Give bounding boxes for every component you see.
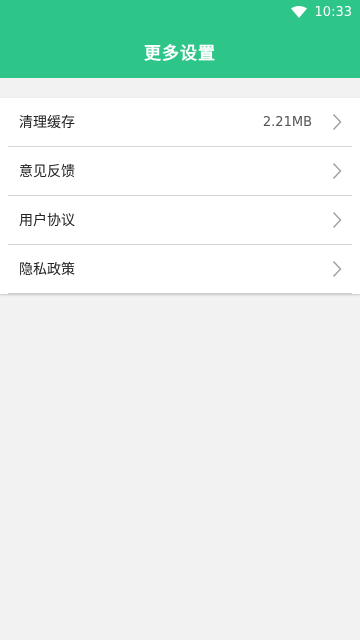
cache-size-value: 2.21MB: [262, 114, 312, 130]
chevron-right-icon: [332, 113, 342, 131]
menu-item-user-agreement[interactable]: 用户协议: [8, 196, 352, 245]
settings-menu: 清理缓存 2.21MB 意见反馈 用户协议 隐私政策: [0, 98, 360, 294]
menu-item-feedback[interactable]: 意见反馈: [8, 147, 352, 196]
menu-item-privacy-policy[interactable]: 隐私政策: [8, 245, 352, 294]
status-time: 10:33: [314, 4, 352, 20]
app-bar: 更多设置: [0, 24, 360, 78]
chevron-right-icon: [332, 211, 342, 229]
menu-item-clear-cache[interactable]: 清理缓存 2.21MB: [8, 98, 352, 147]
status-bar: 10:33: [0, 0, 360, 24]
chevron-right-icon: [332, 260, 342, 278]
menu-item-label: 隐私政策: [19, 262, 75, 278]
menu-item-label: 清理缓存: [19, 115, 75, 131]
page-title: 更多设置: [144, 43, 216, 64]
wifi-icon: [290, 6, 307, 18]
menu-item-label: 意见反馈: [19, 164, 75, 180]
menu-item-label: 用户协议: [19, 213, 75, 229]
chevron-right-icon: [332, 162, 342, 180]
